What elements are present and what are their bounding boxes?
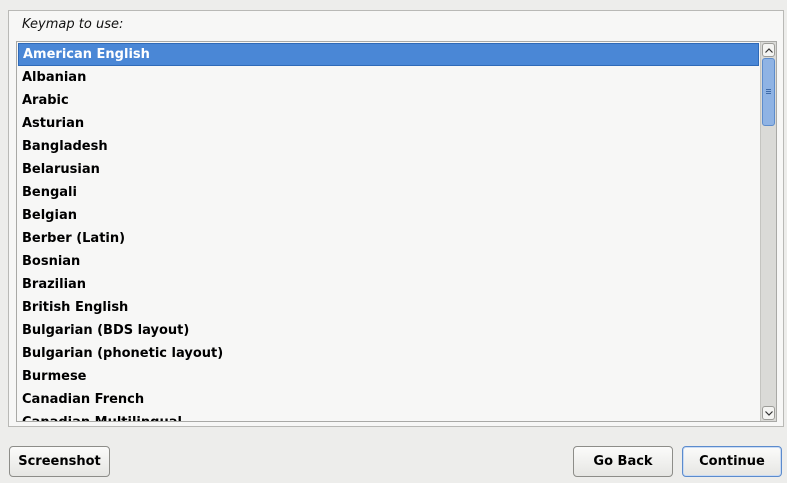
go-back-button[interactable]: Go Back — [573, 446, 673, 477]
keymap-list-item[interactable]: Belarusian — [18, 158, 759, 181]
continue-button[interactable]: Continue — [682, 446, 782, 477]
keymap-list-item[interactable]: Bengali — [18, 181, 759, 204]
keymap-list-item[interactable]: Burmese — [18, 365, 759, 388]
keymap-list-item[interactable]: Arabic — [18, 89, 759, 112]
keymap-list-item[interactable]: Berber (Latin) — [18, 227, 759, 250]
chevron-down-icon — [764, 410, 773, 416]
keymap-list-item[interactable]: Bulgarian (BDS layout) — [18, 319, 759, 342]
keymap-list-item[interactable]: Belgian — [18, 204, 759, 227]
keymap-list-item[interactable]: Canadian Multilingual — [18, 411, 759, 421]
keymap-list-rows: American English Albanian Arabic Asturian Ba… — [18, 43, 759, 421]
thumb-grip-line — [766, 89, 771, 90]
keymap-list-item[interactable]: Bosnian — [18, 250, 759, 273]
keymap-list-item[interactable]: Bulgarian (phonetic layout) — [18, 342, 759, 365]
scroll-up-button[interactable] — [762, 43, 775, 57]
thumb-grip-line — [766, 93, 771, 94]
chevron-up-icon — [764, 47, 773, 53]
keymap-list-item[interactable]: Albanian — [18, 66, 759, 89]
keymap-list-item[interactable]: British English — [18, 296, 759, 319]
scroll-thumb[interactable] — [762, 58, 775, 126]
vertical-scrollbar[interactable] — [760, 42, 776, 421]
keymap-list-item[interactable]: Asturian — [18, 112, 759, 135]
keymap-panel: Keymap to use: American English Albanian A… — [8, 10, 784, 427]
keymap-list-item[interactable]: Canadian French — [18, 388, 759, 411]
thumb-grip-line — [766, 91, 771, 92]
keymap-prompt-label: Keymap to use: — [22, 17, 124, 32]
keymap-listbox[interactable]: American English Albanian Arabic Asturian Ba… — [16, 41, 777, 422]
keymap-list-item[interactable]: Brazilian — [18, 273, 759, 296]
keymap-list-item[interactable]: Bangladesh — [18, 135, 759, 158]
screenshot-button[interactable]: Screenshot — [9, 446, 110, 477]
scroll-down-button[interactable] — [762, 406, 775, 420]
keymap-list-item[interactable]: American English — [18, 43, 759, 66]
